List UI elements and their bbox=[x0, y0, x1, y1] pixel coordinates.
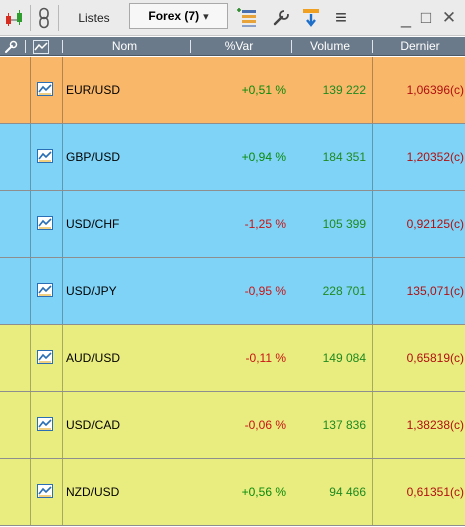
menu-icon[interactable]: ≡ bbox=[328, 3, 354, 33]
table-row[interactable]: GBP/USD +0,94 % 184 351 1,20352(c) bbox=[0, 124, 465, 191]
last-price: 135,071(c) bbox=[406, 284, 464, 298]
chevron-down-icon: ▾ bbox=[203, 10, 209, 23]
column-divider bbox=[372, 258, 373, 324]
instrument-name: GBP/USD bbox=[66, 150, 121, 164]
column-header-dernier[interactable]: Dernier bbox=[376, 37, 464, 56]
header-separator bbox=[25, 40, 26, 53]
wrench-icon[interactable] bbox=[268, 3, 294, 33]
volume-value: 105 399 bbox=[322, 217, 366, 231]
instrument-name: EUR/USD bbox=[66, 83, 121, 97]
column-divider bbox=[30, 325, 31, 391]
column-divider bbox=[62, 57, 63, 123]
volume-value: 184 351 bbox=[322, 150, 366, 164]
percent-change: -0,06 % bbox=[244, 418, 286, 432]
percent-change: +0,56 % bbox=[241, 485, 286, 499]
volume-value: 139 222 bbox=[322, 83, 366, 97]
table-row[interactable]: NZD/USD +0,56 % 94 466 0,61351(c) bbox=[0, 459, 465, 526]
last-price: 0,65819(c) bbox=[406, 351, 464, 365]
column-settings-icon[interactable] bbox=[232, 3, 262, 33]
table-row[interactable]: USD/CAD -0,06 % 137 836 1,38238(c) bbox=[0, 392, 465, 459]
percent-change: +0,94 % bbox=[241, 150, 286, 164]
instrument-name: USD/CAD bbox=[66, 418, 121, 432]
chart-icon[interactable] bbox=[37, 350, 53, 364]
table-row[interactable]: EUR/USD +0,51 % 139 222 1,06396(c) bbox=[0, 57, 465, 124]
filter-icon[interactable] bbox=[298, 3, 324, 33]
column-divider bbox=[372, 392, 373, 458]
chart-icon[interactable] bbox=[37, 149, 53, 163]
instrument-name: AUD/USD bbox=[66, 351, 121, 365]
column-divider bbox=[30, 124, 31, 190]
last-price: 0,92125(c) bbox=[406, 217, 464, 231]
table-header: Nom %Var Volume Dernier bbox=[0, 37, 465, 56]
instrument-name: NZD/USD bbox=[66, 485, 120, 499]
column-divider bbox=[30, 459, 31, 525]
minimize-icon[interactable]: _ bbox=[396, 3, 416, 33]
percent-change: -1,25 % bbox=[244, 217, 286, 231]
chart-icon[interactable] bbox=[37, 216, 53, 230]
toolbar-separator bbox=[30, 5, 31, 31]
instrument-name: USD/CHF bbox=[66, 217, 120, 231]
lists-label: Listes bbox=[78, 11, 110, 25]
last-price: 0,61351(c) bbox=[406, 485, 464, 499]
chart-icon[interactable] bbox=[37, 417, 53, 431]
header-settings-icon[interactable] bbox=[4, 37, 18, 56]
column-divider bbox=[62, 325, 63, 391]
table-row[interactable]: AUD/USD -0,11 % 149 084 0,65819(c) bbox=[0, 325, 465, 392]
link-icon[interactable] bbox=[33, 3, 55, 33]
column-header-volume[interactable]: Volume bbox=[292, 37, 368, 56]
column-divider bbox=[62, 191, 63, 257]
last-price: 1,06396(c) bbox=[406, 83, 464, 97]
column-header-var[interactable]: %Var bbox=[191, 37, 287, 56]
column-divider bbox=[372, 124, 373, 190]
buy-sell-icon[interactable] bbox=[2, 3, 28, 33]
last-price: 1,38238(c) bbox=[406, 418, 464, 432]
volume-value: 149 084 bbox=[322, 351, 366, 365]
column-divider bbox=[372, 325, 373, 391]
header-separator bbox=[372, 40, 373, 53]
column-divider bbox=[62, 392, 63, 458]
restore-icon[interactable]: □ bbox=[416, 3, 436, 33]
table-row[interactable]: USD/JPY -0,95 % 228 701 135,071(c) bbox=[0, 258, 465, 325]
forex-list: EUR/USD +0,51 % 139 222 1,06396(c) GBP/USD +0… bbox=[0, 57, 465, 527]
column-divider bbox=[62, 258, 63, 324]
volume-value: 94 466 bbox=[329, 485, 366, 499]
list-select[interactable]: Forex (7) ▾ bbox=[129, 3, 228, 29]
column-divider bbox=[30, 392, 31, 458]
column-divider bbox=[372, 57, 373, 123]
toolbar: Listes Forex (7) ▾ ≡ _ □ ✕ bbox=[0, 0, 465, 36]
volume-value: 228 701 bbox=[322, 284, 366, 298]
last-price: 1,20352(c) bbox=[406, 150, 464, 164]
toolbar-separator bbox=[58, 5, 59, 31]
close-icon[interactable]: ✕ bbox=[438, 3, 460, 33]
column-divider bbox=[372, 459, 373, 525]
column-divider bbox=[30, 258, 31, 324]
chart-icon[interactable] bbox=[37, 82, 53, 96]
column-divider bbox=[62, 124, 63, 190]
header-chart-icon[interactable] bbox=[33, 37, 55, 56]
table-row[interactable]: USD/CHF -1,25 % 105 399 0,92125(c) bbox=[0, 191, 465, 258]
volume-value: 137 836 bbox=[322, 418, 366, 432]
column-divider bbox=[372, 191, 373, 257]
list-select-value: Forex (7) bbox=[148, 9, 200, 23]
percent-change: -0,11 % bbox=[245, 351, 286, 365]
chart-icon[interactable] bbox=[37, 484, 53, 498]
column-divider bbox=[30, 57, 31, 123]
percent-change: +0,51 % bbox=[241, 83, 286, 97]
lists-button[interactable]: Listes bbox=[63, 3, 125, 33]
column-divider bbox=[30, 191, 31, 257]
instrument-name: USD/JPY bbox=[66, 284, 117, 298]
percent-change: -0,95 % bbox=[244, 284, 286, 298]
chart-icon[interactable] bbox=[37, 283, 53, 297]
column-header-nom[interactable]: Nom bbox=[63, 37, 186, 56]
column-divider bbox=[62, 459, 63, 525]
